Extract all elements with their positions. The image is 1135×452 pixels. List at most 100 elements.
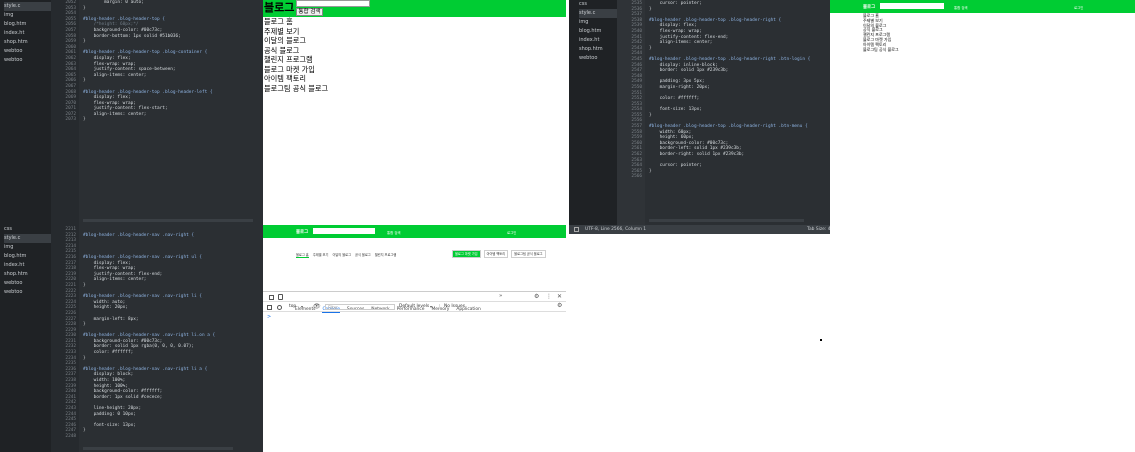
search-input[interactable] [880,3,944,9]
menu-item[interactable]: 이달의 블로그 [264,36,328,46]
code-line[interactable] [83,434,263,440]
nav-right-item[interactable]: 블로그팀 공식 블로그 [511,250,546,258]
line-number: 2073 [65,117,76,123]
search-input[interactable] [313,228,375,234]
menu-item[interactable]: 블로그 홈 [264,17,328,27]
status-tab-size[interactable]: Tab Size: 4 [807,227,831,232]
filter-input[interactable]: Filter [325,304,395,310]
gear-icon[interactable]: ⚙ [557,302,562,309]
nav-left-item[interactable]: 챌린지 프로그램 [375,253,397,257]
eye-icon[interactable]: 👁 [313,303,321,310]
file-tree-item[interactable]: blog.htm [4,252,51,261]
header-bar [263,225,566,238]
file-tree-item[interactable]: webtoo [4,47,51,56]
file-tree-item[interactable]: shop.htm [4,38,51,47]
inspect-icon[interactable] [269,295,274,300]
line-gutter: 2211 2212 2213 2214 2215 2216 2217 2218 2219 2220… [51,225,79,452]
horizontal-scrollbar[interactable] [649,219,804,222]
nav-left-item[interactable]: 이달의 블로그 [332,253,351,257]
logo[interactable]: 블로그 [296,229,308,235]
chevron-down-icon: ▾ [301,304,304,309]
nav-left-item[interactable]: 블로그 홈 [296,253,309,258]
context-select[interactable]: top [289,304,296,309]
nav-left-item[interactable]: 주제별 보기 [313,253,329,257]
nav-left: 블로그 홈 주제별 보기 이달의 블로그 공식 블로그 챌린지 프로그램 [296,241,400,258]
line-gutter: 2535 2536 2537 2538 2539 2540 2541 2542 2543 2544… [617,0,645,225]
file-tree-top-right: css style.c img blog.htm index.ht shop.htm web… [569,0,617,225]
more-tabs-icon[interactable]: » [499,293,502,299]
status-icon[interactable] [574,227,579,232]
code-editor-bottom-left[interactable]: 2211 2212 2213 2214 2215 2216 2217 2218 2219 2220… [51,225,263,452]
console-prompt[interactable]: > [267,314,271,320]
file-tree-item[interactable]: style.c [4,2,51,11]
login-button[interactable]: 로그인 [1074,5,1083,10]
file-tree-item[interactable]: index.ht [579,36,617,45]
horizontal-scrollbar[interactable] [83,219,253,222]
code-line[interactable]: #blog-header .blog-header-top .blog-head… [649,57,830,63]
menu-item[interactable]: 블로그팀 공식 블로그 [863,47,899,53]
line-gutter: 2052 2053 2054 2055 2056 2057 2058 2059 2060 2061… [51,0,79,225]
file-tree-item[interactable]: index.ht [4,261,51,270]
file-tree-item[interactable]: css [4,225,51,234]
mouse-cursor [820,339,822,341]
menu-item[interactable]: 주제별 보기 [264,27,328,37]
file-tree-bottom-left: css style.c img blog.htm index.ht shop.htm web… [0,225,51,452]
nav-right-item[interactable]: 블로그 마켓 가입 [452,250,481,258]
file-tree-item[interactable]: style.c [579,9,617,18]
file-tree-item[interactable]: webtoo [4,279,51,288]
file-tree-item[interactable]: img [4,243,51,252]
clear-console-icon[interactable] [277,305,282,310]
browser-page-styled: 블로그 통합 검색 로그인 블로그 홈 주제별 보기 이달의 블로그 공식 블로그 챌린… [263,225,566,452]
code-editor-top-left[interactable]: 2052 2053 2054 2055 2056 2057 2058 2059 2060 2061… [51,0,263,225]
search-button[interactable]: 통합 검색 [296,8,323,16]
code-editor-top-right[interactable]: 2535 2536 2537 2538 2539 2540 2541 2542 2543 2544… [617,0,830,225]
file-tree-item[interactable]: img [579,18,617,27]
file-tree-item[interactable]: index.ht [4,29,51,38]
nav-right: 블로그 마켓 가입 아이템 팩토리 블로그팀 공식 블로그 [449,240,546,258]
gear-icon[interactable]: ⚙ [534,293,539,300]
log-levels-select[interactable]: Default levels [399,304,429,309]
issues-badge[interactable]: No Issues [439,304,465,309]
menu-item[interactable]: 공식 블로그 [264,46,328,56]
search-input[interactable] [296,0,370,7]
file-tree-item[interactable]: shop.htm [4,270,51,279]
file-tree-item[interactable]: img [4,11,51,20]
file-tree-item[interactable]: style.c [4,234,51,243]
browser-page-right: 블로그 통합 검색 로그인 블로그 홈 주제별 보기 이달의 블로그 공식 블로그 챌린… [820,0,1135,452]
search-button[interactable]: 통합 검색 [954,5,968,10]
logo[interactable]: 블로그 [863,4,875,10]
menu-item[interactable]: 아이템 팩토리 [264,74,328,84]
nav-right-item[interactable]: 아이템 팩토리 [483,250,509,258]
logo[interactable]: 블로그 [264,0,294,15]
login-button[interactable]: 로그인 [507,230,516,235]
chevron-down-icon: ▾ [430,304,433,309]
header-bar [830,0,1135,13]
menu-list: 블로그 홈 주제별 보기 이달의 블로그 공식 블로그 챌린지 프로그램 블로그 마켓 가… [863,13,899,53]
file-tree-item[interactable]: webtoo [4,288,51,297]
search-button[interactable]: 통합 검색 [387,230,401,235]
sidebar-toggle-icon[interactable] [267,305,272,310]
close-icon[interactable]: ✕ [557,293,562,300]
line-number: 2566 [631,174,642,180]
line-number: 2248 [65,433,76,439]
file-tree-item[interactable]: webtoo [4,56,51,65]
file-tree-item[interactable]: blog.htm [579,27,617,36]
nav-left-item[interactable]: 공식 블로그 [355,253,371,257]
code-line[interactable]: } [83,117,263,123]
file-tree-item[interactable]: css [579,0,617,9]
file-tree-item[interactable]: webtoo [579,54,617,63]
devtools-panel: Elements Console Sources Network Performance… [263,291,566,452]
code-line[interactable] [649,174,830,180]
file-tree-item[interactable]: blog.htm [4,20,51,29]
code-body[interactable]: cursor: pointer;} #blog-header .blog-head… [649,0,830,225]
horizontal-scrollbar[interactable] [83,447,233,450]
menu-item[interactable]: 블로그 마켓 가입 [264,65,328,75]
kebab-menu-icon[interactable]: ⋮ [546,293,552,300]
code-line[interactable]: #blog-header .blog-header-top .blog-head… [649,124,830,130]
code-body[interactable]: margin: 0 auto;} #blog-header .blog-heade… [83,0,263,225]
menu-item[interactable]: 블로그팀 공식 블로그 [264,84,328,94]
code-body[interactable]: #blog-header .blog-header-nav .nav-right… [83,225,263,452]
device-toolbar-icon[interactable] [278,294,283,300]
file-tree-item[interactable]: shop.htm [579,45,617,54]
menu-item[interactable]: 챌린지 프로그램 [264,55,328,65]
